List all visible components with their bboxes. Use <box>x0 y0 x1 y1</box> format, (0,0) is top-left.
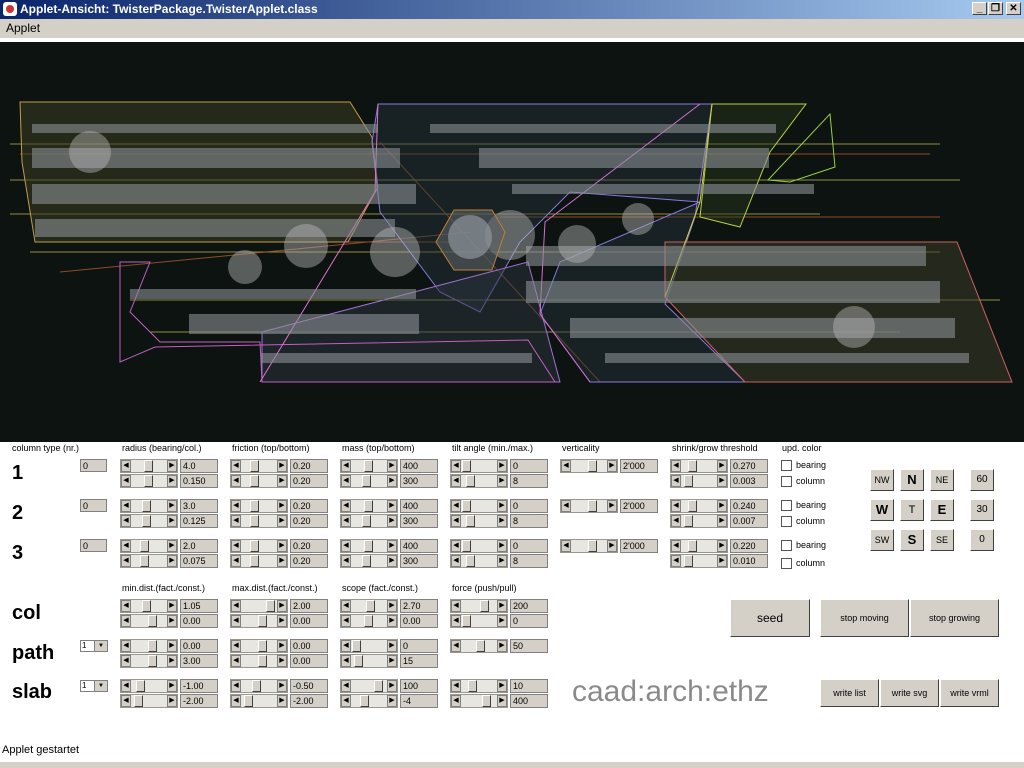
header-shrink: shrink/grow threshold <box>672 443 758 453</box>
w-button[interactable]: W <box>870 499 894 521</box>
se-button[interactable]: SE <box>930 529 954 551</box>
header-scope: scope (fact./const.) <box>342 583 419 593</box>
bearing-label: bearing <box>796 460 827 470</box>
header-radius: radius (bearing/col.) <box>122 443 202 453</box>
restore-icon[interactable]: ❐ <box>988 2 1003 15</box>
header-upd-color: upd. color <box>782 443 822 453</box>
speed-30-button[interactable]: 30 <box>970 499 994 521</box>
header-force: force (push/pull) <box>452 583 517 593</box>
column-type-field[interactable]: 0 <box>80 459 107 472</box>
s-button[interactable]: S <box>900 529 924 551</box>
header-tilt: tilt angle (min./max.) <box>452 443 534 453</box>
stop-growing-button[interactable]: stop growing <box>910 599 999 637</box>
bearing-checkbox[interactable] <box>781 460 792 471</box>
status-text: Applet gestartet <box>2 744 80 756</box>
row-label-1: 1 <box>12 462 24 484</box>
header-max-dist: max.dist.(fact./const.) <box>232 583 318 593</box>
bearing-checkbox[interactable] <box>781 500 792 511</box>
t-button[interactable]: T <box>900 499 924 521</box>
bearing-label: bearing <box>796 500 827 510</box>
status-bar <box>0 762 1024 768</box>
ne-button[interactable]: NE <box>930 469 954 491</box>
caad-logo: caad:arch:ethz <box>572 675 769 708</box>
e-button[interactable]: E <box>930 499 954 521</box>
slab-type-dropdown[interactable]: 1 ▼ <box>80 680 108 692</box>
chevron-down-icon: ▼ <box>94 681 107 691</box>
column-label: column <box>796 558 826 568</box>
window-titlebar: Applet-Ansicht: TwisterPackage.TwisterAp… <box>0 0 1024 19</box>
column-checkbox[interactable] <box>781 516 792 527</box>
path-type-dropdown[interactable]: 1 ▼ <box>80 640 108 652</box>
header-mass: mass (top/bottom) <box>342 443 415 453</box>
column-label: column <box>796 516 826 526</box>
header-friction: friction (top/bottom) <box>232 443 310 453</box>
structure-drawing <box>10 101 1013 383</box>
write-svg-button[interactable]: write svg <box>880 679 939 707</box>
row-label-col: col <box>12 602 41 624</box>
window-title: Applet-Ansicht: TwisterPackage.TwisterAp… <box>20 2 318 16</box>
chevron-down-icon: ▼ <box>94 641 107 651</box>
speed-60-button[interactable]: 60 <box>970 469 994 491</box>
minimize-icon[interactable]: _ <box>972 2 987 15</box>
header-min-dist: min.dist.(fact./const.) <box>122 583 206 593</box>
simulation-canvas[interactable] <box>0 42 1024 442</box>
n-button[interactable]: N <box>900 469 924 491</box>
menu-applet[interactable]: Applet <box>6 21 40 35</box>
stop-moving-button[interactable]: stop moving <box>820 599 909 637</box>
column-checkbox[interactable] <box>781 476 792 487</box>
menu-bar: Applet <box>0 19 1024 38</box>
write-vrml-button[interactable]: write vrml <box>940 679 999 707</box>
nw-button[interactable]: NW <box>870 469 894 491</box>
column-checkbox[interactable] <box>781 558 792 569</box>
column-type-field[interactable]: 0 <box>80 539 107 552</box>
row-label-2: 2 <box>12 502 24 524</box>
bearing-label: bearing <box>796 540 827 550</box>
row-label-3: 3 <box>12 542 24 564</box>
header-column-type: column type (nr.) <box>12 443 80 453</box>
sw-button[interactable]: SW <box>870 529 894 551</box>
column-type-field[interactable]: 0 <box>80 499 107 512</box>
row-label-path: path <box>12 642 55 664</box>
bearing-checkbox[interactable] <box>781 540 792 551</box>
close-icon[interactable]: ✕ <box>1006 2 1021 15</box>
java-cup-icon <box>3 2 17 16</box>
row-label-slab: slab <box>12 681 53 703</box>
write-list-button[interactable]: write list <box>820 679 879 707</box>
speed-0-button[interactable]: 0 <box>970 529 994 551</box>
seed-button[interactable]: seed <box>730 599 810 637</box>
column-label: column <box>796 476 826 486</box>
header-verticality: verticality <box>562 443 600 453</box>
